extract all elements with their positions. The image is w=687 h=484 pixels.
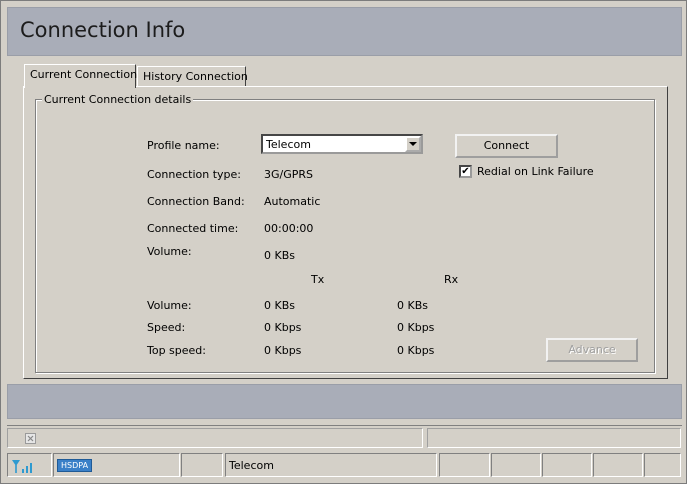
profile-select-value: Telecom <box>266 138 311 151</box>
status-bar-top <box>7 425 682 448</box>
tx-header: Tx <box>311 273 325 286</box>
tab-current-connection[interactable]: Current Connection <box>24 64 137 88</box>
connection-details-group: Current Connection details Profile name:… <box>35 93 655 373</box>
rx-header: Rx <box>444 273 459 286</box>
profile-select[interactable]: Telecom <box>261 134 423 154</box>
table-row-tx: 0 Kbps <box>264 344 302 357</box>
signal-cell <box>7 453 52 477</box>
operator-cell: Telecom <box>225 453 437 477</box>
connection-type-label: Connection type: <box>147 168 242 181</box>
status-empty-cell <box>439 453 490 477</box>
table-row-tx: 0 KBs <box>264 299 295 312</box>
status-bar: HSDPA Telecom <box>7 453 682 479</box>
chevron-down-icon <box>409 142 417 146</box>
status-empty-cell <box>542 453 592 477</box>
volume-total-label: Volume: <box>147 245 192 258</box>
table-row-label: Top speed: <box>147 344 206 357</box>
table-row-rx: 0 Kbps <box>397 344 435 357</box>
footer-banner <box>7 384 682 419</box>
table-row-label: Volume: <box>147 299 192 312</box>
connected-time-label: Connected time: <box>147 222 239 235</box>
status-pane <box>427 428 681 448</box>
advance-button[interactable]: Advance <box>546 338 638 362</box>
status-empty-cell <box>644 453 681 477</box>
connected-time-value: 00:00:00 <box>264 222 314 235</box>
redial-checkbox[interactable]: ✔ <box>459 165 472 178</box>
table-row-label: Speed: <box>147 321 186 334</box>
network-type-badge: HSDPA <box>57 459 93 472</box>
table-row-rx: 0 KBs <box>397 299 428 312</box>
tab-history-connection[interactable]: History Connection <box>137 66 248 87</box>
current-connection-panel: Current Connection details Profile name:… <box>23 86 668 379</box>
table-row-tx: 0 Kbps <box>264 321 302 334</box>
status-empty-cell <box>181 453 223 477</box>
signal-strength-icon <box>12 460 32 473</box>
message-area <box>7 428 423 448</box>
connection-band-value: Automatic <box>264 195 321 208</box>
title-banner: Connection Info <box>7 7 682 56</box>
connect-button[interactable]: Connect <box>455 134 558 158</box>
profile-name-label: Profile name: <box>147 139 220 152</box>
close-icon[interactable] <box>25 433 36 444</box>
connection-info-window: Connection Info Current Connection Histo… <box>0 0 687 484</box>
redial-label: Redial on Link Failure <box>477 165 594 178</box>
volume-total-value: 0 KBs <box>264 249 295 262</box>
window-title: Connection Info <box>20 18 186 42</box>
connection-type-value: 3G/GPRS <box>264 168 314 181</box>
table-row-rx: 0 Kbps <box>397 321 435 334</box>
dropdown-button[interactable] <box>405 136 421 152</box>
group-legend: Current Connection details <box>42 93 194 106</box>
status-empty-cell <box>491 453 541 477</box>
connection-band-label: Connection Band: <box>147 195 245 208</box>
network-type-cell: HSDPA <box>53 453 180 477</box>
status-empty-cell <box>593 453 643 477</box>
